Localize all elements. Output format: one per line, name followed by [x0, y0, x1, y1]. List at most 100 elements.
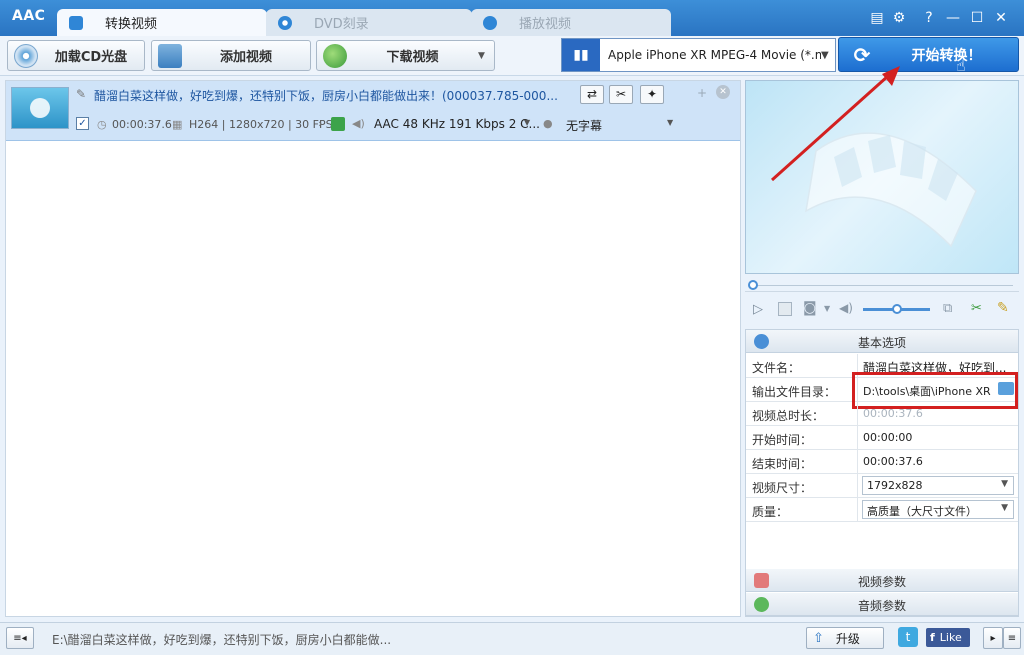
chevron-down-icon: ▼	[1001, 503, 1008, 513]
add-video-button[interactable]: 添加视频	[151, 40, 311, 71]
menu-icon[interactable]: ≡	[1003, 627, 1021, 649]
tab-label: 播放视频	[519, 17, 572, 32]
prop-row-end-time: 结束时间： 00:00:37.6	[746, 450, 1018, 474]
play-icon[interactable]: ▷	[753, 302, 763, 317]
add-video-label: 添加视频	[219, 50, 272, 65]
app-logo: AAC	[12, 8, 46, 24]
upgrade-label: 升级	[835, 631, 860, 646]
download-video-button[interactable]: 下载视频 ▼	[316, 40, 495, 71]
duration-text: 00:00:37.6	[112, 118, 172, 131]
audio-params-title: 音频参数	[857, 599, 906, 613]
video-size-select[interactable]: 1792x828 ▼	[862, 476, 1014, 495]
tab-label: 转换视频	[105, 17, 158, 32]
pencil-icon[interactable]: ✎	[76, 87, 86, 101]
tab-label: DVD刻录	[314, 17, 369, 32]
plus-icon[interactable]: +	[697, 86, 707, 100]
quality-cell: 高质量（大尺寸文件） ▼	[857, 498, 1018, 521]
prop-row-quality: 质量： 高质量（大尺寸文件） ▼	[746, 498, 1018, 522]
profile-chart-icon: ▮▮	[562, 39, 600, 71]
prop-row-start-time: 开始时间： 00:00:00	[746, 426, 1018, 450]
prop-label: 质量：	[752, 505, 789, 519]
play-icon	[483, 15, 497, 30]
load-cd-button[interactable]: 加载CD光盘	[7, 40, 145, 71]
chevron-down-icon: ▼	[1001, 479, 1008, 489]
stop-icon[interactable]	[778, 302, 792, 316]
globe-add-icon	[323, 43, 347, 68]
subtitle-select[interactable]: 无字幕	[566, 117, 602, 134]
maximize-icon[interactable]: ☐	[968, 9, 986, 27]
film-icon: ▦	[172, 118, 183, 131]
scissors-icon[interactable]: ✂	[971, 301, 982, 316]
video-params-header[interactable]: 视频参数	[746, 569, 1018, 592]
playback-controls: ▷ ◙ ▼ ◀) ⧉ ✂ ✎	[745, 296, 1019, 324]
help-icon[interactable]: ?	[920, 9, 938, 27]
list-toggle-button[interactable]: ≡◂	[6, 627, 34, 649]
prop-label: 结束时间：	[752, 457, 813, 471]
video-info-text: H264 | 1280x720 | 30 FPS	[189, 118, 333, 131]
copy-icon[interactable]: ⧉	[943, 301, 952, 316]
quality-select[interactable]: 高质量（大尺寸文件） ▼	[862, 500, 1014, 519]
volume-handle[interactable]	[892, 304, 902, 314]
prop-label: 视频尺寸：	[752, 481, 813, 495]
prop-label: 文件名：	[752, 361, 801, 375]
video-params-title: 视频参数	[857, 575, 906, 589]
basic-options-title: 基本选项	[857, 336, 906, 350]
upgrade-arrow-icon: ⇧	[813, 630, 824, 646]
convert-tab-icon	[69, 15, 83, 30]
select-checkbox[interactable]: ✓	[76, 117, 89, 130]
scissors-icon[interactable]: ✂	[609, 85, 633, 104]
tab-play-video[interactable]: 播放视频	[471, 9, 671, 36]
volume-icon[interactable]: ◀)	[839, 301, 853, 315]
upgrade-button[interactable]: ⇧ 升级	[806, 627, 884, 649]
facebook-like-button[interactable]: f Like	[926, 628, 970, 647]
chevron-down-icon[interactable]: ▼	[667, 118, 673, 127]
load-cd-label: 加载CD光盘	[54, 50, 128, 65]
chevron-down-icon[interactable]: ▼	[824, 304, 830, 313]
quality-value: 高质量（大尺寸文件）	[867, 505, 977, 518]
video-size-cell: 1792x828 ▼	[857, 474, 1018, 497]
close-icon[interactable]: ✕	[992, 9, 1010, 27]
remove-icon[interactable]: ✕	[716, 85, 730, 99]
audio-track-select[interactable]: AAC 48 KHz 191 Kbps 2 C...	[374, 117, 540, 131]
download-video-label: 下载视频	[386, 50, 439, 65]
audio-params-header[interactable]: 音频参数	[746, 593, 1018, 616]
gear-icon[interactable]: ⚙	[890, 9, 908, 27]
prop-label: 视频总时长：	[752, 409, 825, 423]
video-size-value: 1792x828	[867, 479, 923, 492]
panel-toggle-button[interactable]: ▸	[983, 627, 1003, 649]
audio-track-icon	[331, 117, 345, 131]
prop-row-duration: 视频总时长： 00:00:37.6	[746, 402, 1018, 426]
prop-row-video-size: 视频尺寸： 1792x828 ▼	[746, 474, 1018, 498]
file-list	[5, 80, 741, 617]
chevron-right-icon: ›	[318, 117, 323, 130]
start-time-value[interactable]: 00:00:00	[857, 426, 1018, 449]
magic-wand-icon[interactable]: ✦	[640, 85, 664, 104]
prop-label: 输出文件目录：	[752, 385, 837, 399]
tab-dvd-burn[interactable]: DVD刻录	[266, 9, 472, 36]
chevron-down-icon[interactable]: ▼	[524, 118, 530, 127]
twitter-icon[interactable]: t	[898, 627, 918, 647]
disc-icon	[278, 15, 292, 30]
seek-bar[interactable]	[745, 278, 1019, 292]
minimize-icon[interactable]: —	[944, 9, 962, 27]
prop-label: 开始时间：	[752, 433, 813, 447]
chevron-down-icon: ▼	[821, 49, 829, 61]
video-thumbnail	[11, 87, 69, 129]
swap-icon[interactable]: ⇄	[580, 85, 604, 104]
annotation-arrow	[770, 66, 900, 182]
chevron-down-icon[interactable]: ▼	[478, 51, 494, 61]
menu-icon[interactable]: ▤	[868, 9, 886, 27]
duration-value: 00:00:37.6	[857, 402, 1018, 425]
magic-wand-icon[interactable]: ✎	[997, 300, 1009, 316]
facebook-icon: f	[930, 631, 935, 644]
subtitle-icon: ●	[543, 117, 553, 130]
cursor-hand-icon: ☝	[956, 56, 966, 75]
seek-handle[interactable]	[748, 280, 758, 290]
status-path: E:\醋溜白菜这样做，好吃到爆，还特别下饭，厨房小白都能做...	[52, 633, 392, 647]
file-name: 醋溜白菜这样做，好吃到爆，还特别下饭，厨房小白都能做出来！(000037.785…	[94, 89, 558, 103]
clock-icon: ◷	[97, 118, 107, 131]
camera-icon[interactable]: ◙	[803, 300, 817, 316]
basic-options-header[interactable]: 基本选项	[746, 330, 1018, 353]
end-time-value[interactable]: 00:00:37.6	[857, 450, 1018, 473]
tab-convert-video[interactable]: 转换视频	[57, 9, 267, 36]
